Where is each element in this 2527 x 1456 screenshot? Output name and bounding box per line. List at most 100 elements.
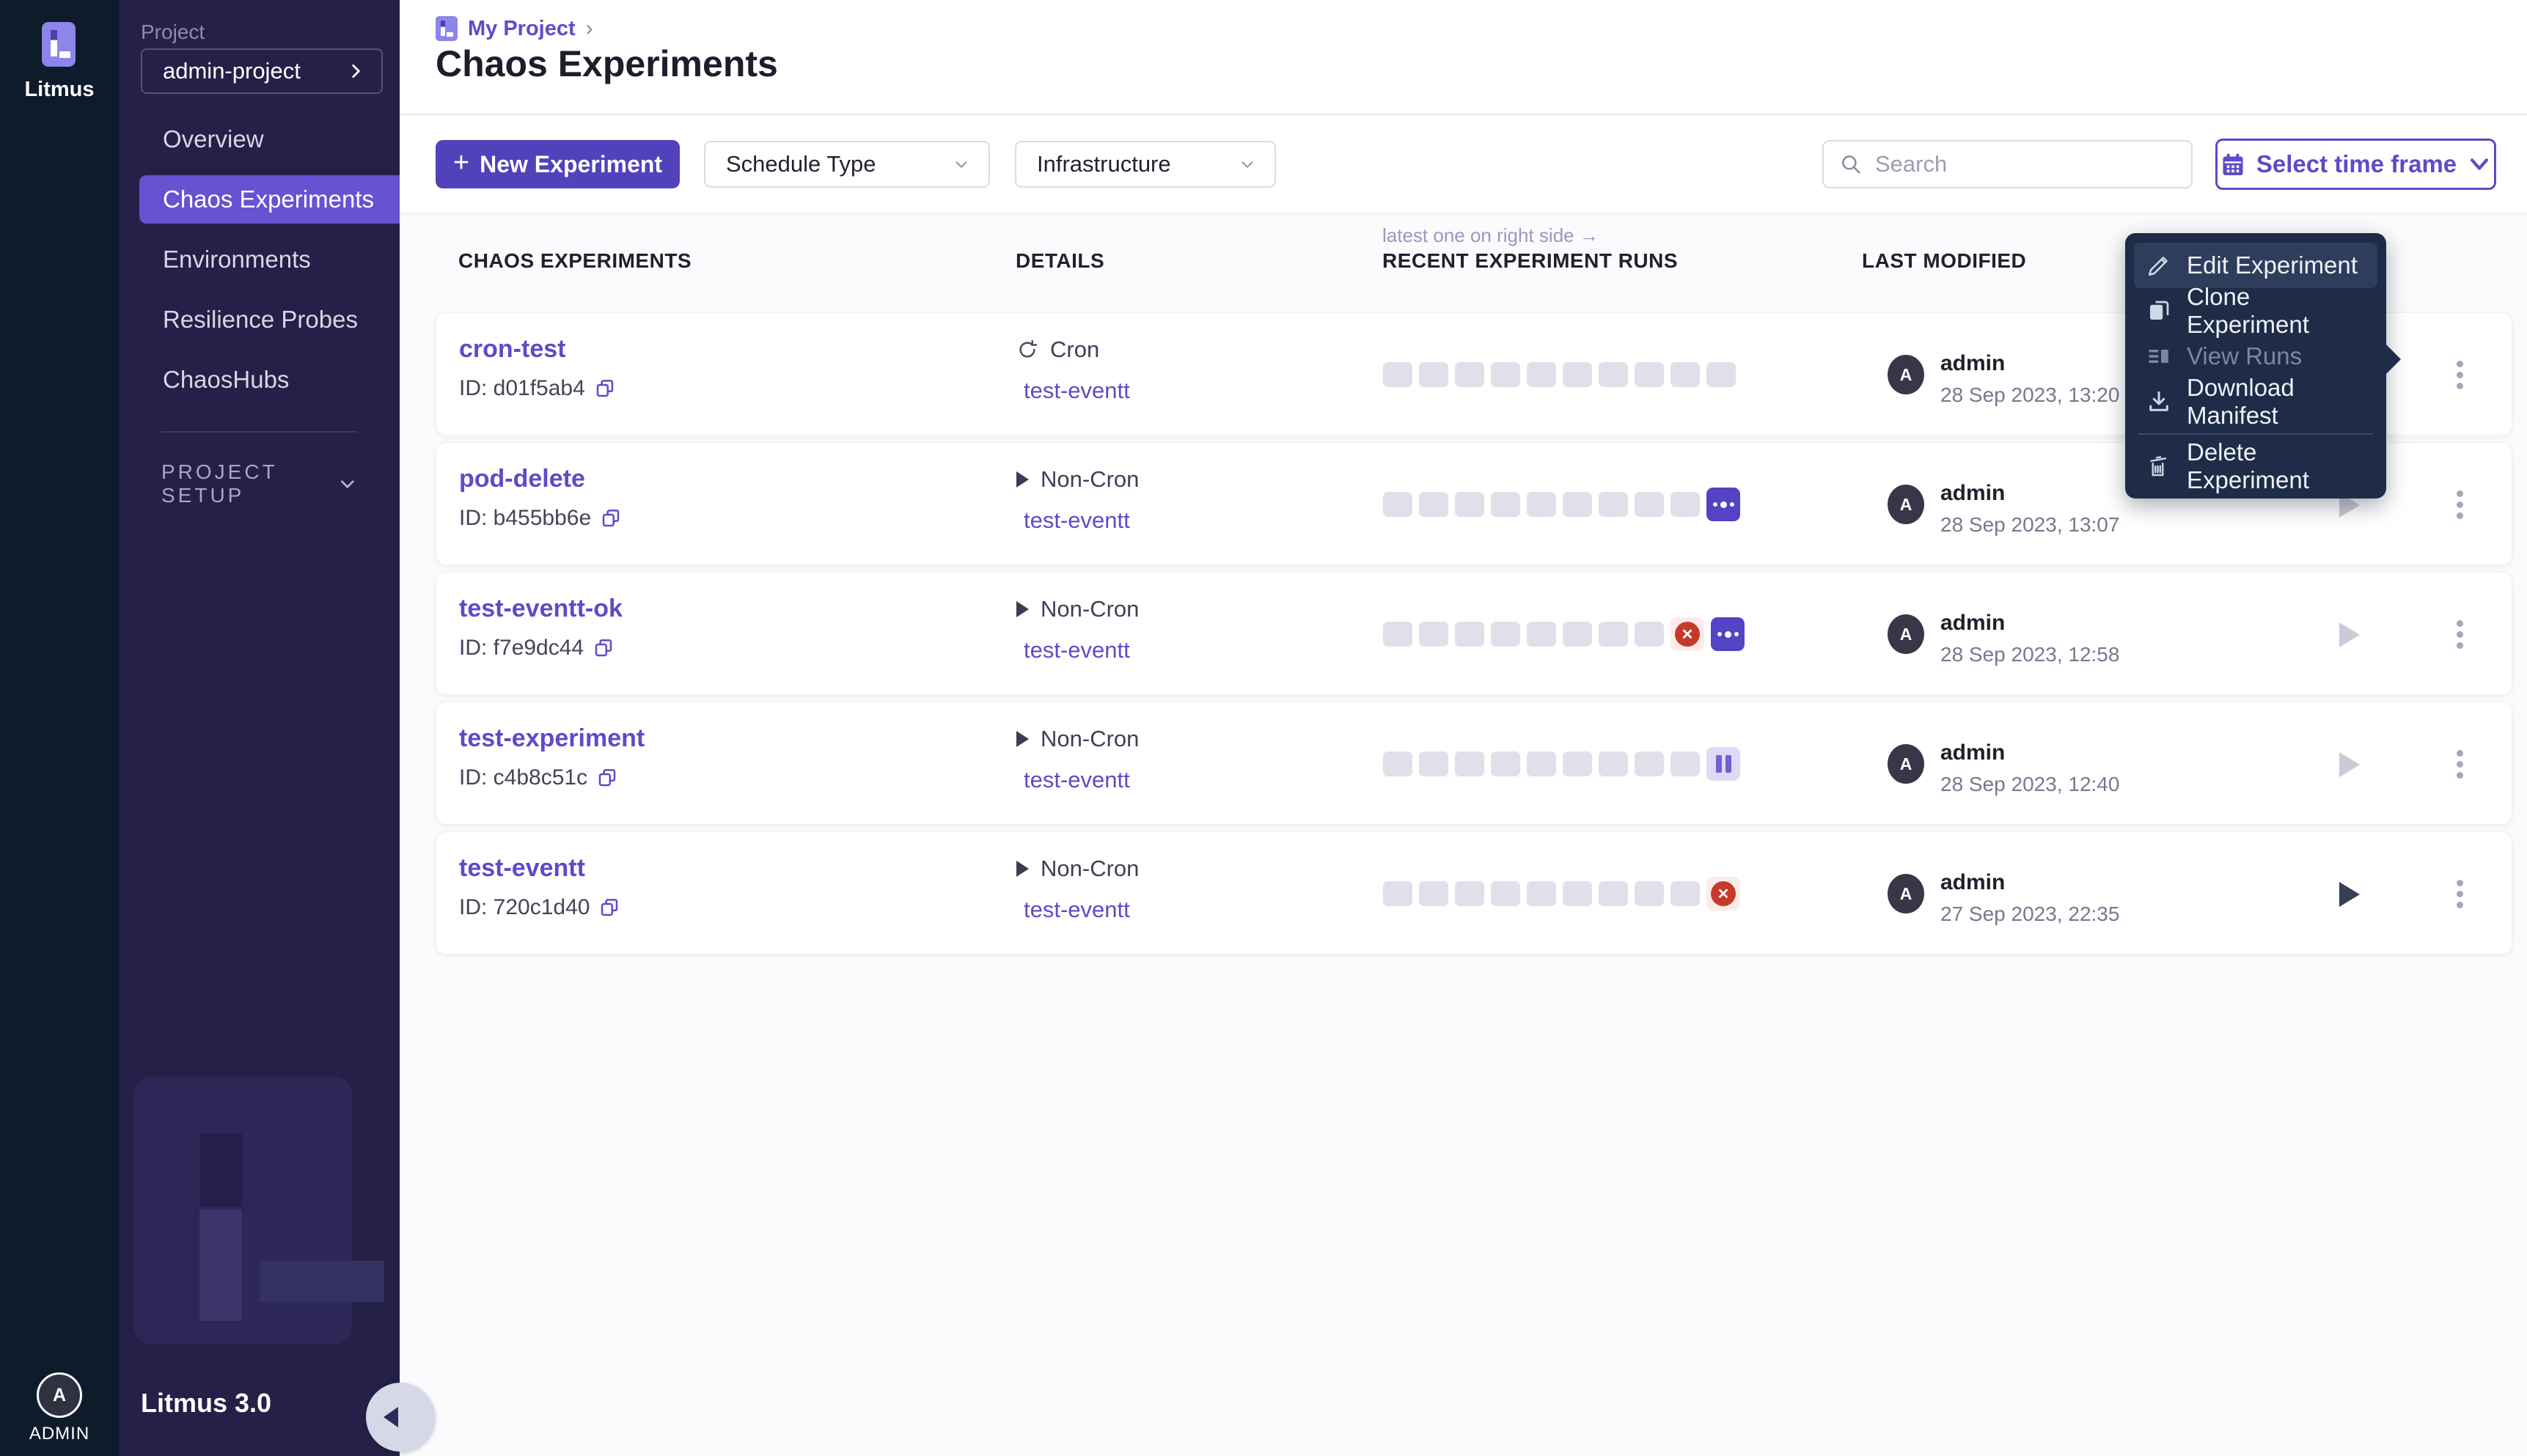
chevron-down-icon <box>1238 155 1257 174</box>
logo-bar-horizontal <box>59 51 70 58</box>
sidebar-item-overview[interactable]: Overview <box>119 115 400 163</box>
column-header-modified: LAST MODIFIED <box>1862 249 2026 273</box>
litmus-app: Litmus A ADMIN Project admin-project Ove… <box>0 0 2527 1456</box>
run-placeholder <box>1706 362 1736 387</box>
experiment-name-link[interactable]: test-eventt-ok <box>459 595 623 623</box>
clone-icon <box>2146 298 2172 324</box>
sidebar-collapse-button[interactable] <box>366 1383 435 1452</box>
sidebar-item-resilience-probes[interactable]: Resilience Probes <box>119 295 400 344</box>
user-avatar[interactable]: A <box>37 1372 82 1418</box>
modified-by-avatar: A <box>1888 874 1924 913</box>
pencil-icon <box>2146 252 2172 279</box>
schedule-type-label: Non-Cron <box>1041 856 1139 882</box>
run-placeholder <box>1563 622 1592 647</box>
breadcrumb-project-link[interactable]: My Project <box>468 17 576 41</box>
copy-icon[interactable] <box>598 897 620 919</box>
infrastructure-link[interactable]: test-eventt <box>1024 767 1130 793</box>
modified-by-name: admin <box>1940 351 2005 376</box>
row-menu-button[interactable] <box>2442 487 2477 522</box>
menu-item-clone-experiment[interactable]: Clone Experiment <box>2134 288 2377 334</box>
sidebar-item-chaos-experiments[interactable]: Chaos Experiments <box>139 175 400 224</box>
run-placeholder <box>1599 751 1628 776</box>
experiment-id: ID: d01f5ab4 <box>459 376 616 401</box>
litmus-logo-icon[interactable] <box>42 22 76 67</box>
menu-item-delete-experiment[interactable]: Delete Experiment <box>2134 444 2377 489</box>
menu-divider <box>2138 433 2373 435</box>
modified-at-timestamp: 28 Sep 2023, 13:07 <box>1940 513 2119 537</box>
watermark-shape <box>199 1133 242 1207</box>
download-icon <box>2146 389 2172 415</box>
modified-by-avatar: A <box>1888 485 1924 524</box>
paused-run-badge[interactable] <box>1706 747 1740 781</box>
project-select[interactable]: admin-project <box>141 48 383 94</box>
cron-icon <box>1016 339 1038 361</box>
schedule-type-select[interactable]: Schedule Type <box>704 141 990 188</box>
experiment-id: ID: b455bb6e <box>459 506 622 531</box>
running-run-badge[interactable] <box>1706 488 1740 521</box>
sidebar-item-environments[interactable]: Environments <box>119 235 400 284</box>
sidebar-item-chaoshubs[interactable]: ChaosHubs <box>119 356 400 404</box>
select-time-frame-button[interactable]: Select time frame <box>2215 139 2496 190</box>
play-small-icon <box>1016 861 1029 877</box>
context-menu-arrow <box>2385 343 2401 375</box>
project-icon <box>436 16 458 41</box>
run-placeholder <box>1527 622 1556 647</box>
run-placeholder <box>1527 751 1556 776</box>
play-small-icon <box>1016 471 1029 488</box>
runs-order-note: latest one on right side → <box>1382 224 1599 247</box>
column-header-details: DETAILS <box>1016 249 1104 273</box>
row-menu-button[interactable] <box>2442 876 2477 911</box>
run-experiment-button[interactable] <box>2339 882 2360 907</box>
infrastructure-link[interactable]: test-eventt <box>1024 637 1130 663</box>
run-experiment-button[interactable] <box>2339 622 2360 647</box>
run-placeholder <box>1563 492 1592 517</box>
project-select-value: admin-project <box>163 58 301 84</box>
menu-item-download-manifest[interactable]: Download Manifest <box>2134 379 2377 424</box>
project-setup-toggle[interactable]: PROJECT SETUP <box>161 460 357 507</box>
watermark-shape <box>199 1210 242 1321</box>
search-input[interactable] <box>1875 151 2176 177</box>
run-placeholder <box>1635 751 1664 776</box>
infrastructure-link[interactable]: test-eventt <box>1024 897 1130 923</box>
failed-run-badge[interactable]: ✕ <box>1706 877 1740 911</box>
search-icon <box>1838 152 1863 177</box>
recent-runs <box>1383 313 1736 436</box>
experiment-name-link[interactable]: pod-delete <box>459 465 585 493</box>
run-placeholder <box>1419 881 1448 906</box>
menu-item-edit-experiment[interactable]: Edit Experiment <box>2134 243 2377 288</box>
copy-icon[interactable] <box>593 637 615 659</box>
copy-icon[interactable] <box>600 507 622 529</box>
run-placeholder <box>1491 881 1520 906</box>
modified-at-timestamp: 28 Sep 2023, 12:58 <box>1940 643 2119 666</box>
play-small-icon <box>1016 601 1029 617</box>
run-placeholder <box>1670 881 1700 906</box>
experiment-name-link[interactable]: cron-test <box>459 335 565 364</box>
running-run-badge[interactable] <box>1711 617 1745 651</box>
infrastructure-link[interactable]: test-eventt <box>1024 507 1130 534</box>
row-menu-button[interactable] <box>2442 617 2477 652</box>
run-placeholder <box>1563 881 1592 906</box>
infrastructure-label: Infrastructure <box>1037 151 1171 177</box>
logo-bar-vertical <box>51 40 57 56</box>
copy-icon[interactable] <box>596 767 618 789</box>
infrastructure-select[interactable]: Infrastructure <box>1015 141 1276 188</box>
calendar-icon <box>2220 151 2246 177</box>
plus-icon: + <box>453 147 469 179</box>
experiment-name-link[interactable]: test-experiment <box>459 724 645 753</box>
run-placeholder <box>1670 492 1700 517</box>
row-menu-button[interactable] <box>2442 746 2477 782</box>
row-menu-button[interactable] <box>2442 357 2477 392</box>
run-placeholder <box>1491 492 1520 517</box>
left-rail: Litmus A ADMIN <box>0 0 119 1456</box>
run-placeholder <box>1563 751 1592 776</box>
run-placeholder <box>1455 362 1484 387</box>
new-experiment-button[interactable]: + New Experiment <box>436 140 680 188</box>
modified-by-avatar: A <box>1888 744 1924 784</box>
run-placeholder <box>1635 622 1664 647</box>
copy-icon[interactable] <box>594 378 616 400</box>
failed-run-badge[interactable]: ✕ <box>1670 617 1704 651</box>
run-placeholder <box>1383 622 1412 647</box>
infrastructure-link[interactable]: test-eventt <box>1024 378 1130 404</box>
run-experiment-button[interactable] <box>2339 752 2360 777</box>
experiment-name-link[interactable]: test-eventt <box>459 854 585 883</box>
